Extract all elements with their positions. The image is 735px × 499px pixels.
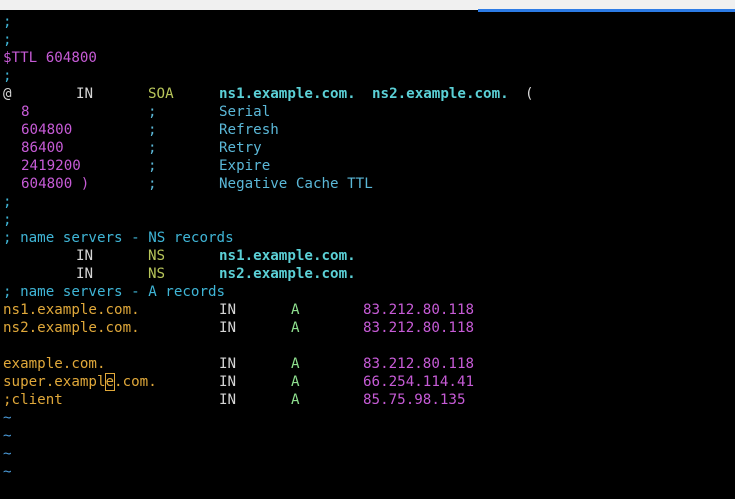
empty-line	[0, 337, 735, 355]
soa-field-line: 604800 ) ; Negative Cache TTL	[0, 175, 735, 193]
tilde-marker: ~	[3, 410, 12, 426]
tilde-marker: ~	[3, 464, 12, 480]
record-type: A	[291, 392, 300, 408]
contact-ns: ns2.example.com.	[372, 86, 509, 102]
tilde-marker: ~	[3, 446, 12, 462]
expire-value: 2419200	[21, 158, 81, 174]
ns-host: ns1.example.com.	[219, 248, 356, 264]
record-name: super.example.com.	[3, 373, 157, 391]
class-in: IN	[219, 374, 237, 390]
tilde-marker: ~	[3, 428, 12, 444]
tilde-line: ~	[0, 409, 735, 427]
record-type: SOA	[148, 86, 174, 102]
retry-label: Retry	[219, 140, 262, 156]
class-in: IN	[219, 392, 237, 408]
expire-label: Expire	[219, 158, 271, 174]
tilde-line: ~	[0, 427, 735, 445]
origin-at: @	[3, 86, 12, 102]
comment-text: ;	[3, 68, 12, 84]
tilde-line: ~	[0, 463, 735, 481]
class-in: IN	[219, 320, 237, 336]
soa-field-line: 604800 ; Refresh	[0, 121, 735, 139]
record-type: A	[291, 302, 300, 318]
record-name: example.com.	[3, 356, 106, 372]
tab-indicator	[478, 9, 735, 12]
comment-text: ;	[3, 212, 12, 228]
class-in: IN	[76, 266, 94, 282]
editor-line: ;	[0, 211, 735, 229]
soa-field-line: 8 ; Serial	[0, 103, 735, 121]
ip-address: 85.75.98.135	[363, 392, 466, 408]
editor-line: $TTL 604800	[0, 49, 735, 67]
record-name: ns1.example.com.	[3, 302, 140, 318]
editor-line: ; name servers - NS records	[0, 229, 735, 247]
name-after-cursor: .com.	[114, 374, 157, 390]
name-before-cursor: super.exampl	[3, 374, 106, 390]
record-type: A	[291, 356, 300, 372]
comment-semicolon: ;	[148, 158, 157, 174]
soa-line: @ IN SOA ns1.example.com. ns2.example.co…	[0, 85, 735, 103]
refresh-value: 604800	[21, 122, 73, 138]
a-records-comment: ; name servers - A records	[3, 284, 226, 300]
record-type: A	[291, 374, 300, 390]
retry-value: 86400	[21, 140, 64, 156]
tilde-line: ~	[0, 445, 735, 463]
class-in: IN	[76, 248, 94, 264]
record-name: ns2.example.com.	[3, 320, 140, 336]
record-type: A	[291, 320, 300, 336]
record-type: NS	[148, 266, 166, 282]
comment-semicolon: ;	[148, 176, 157, 192]
ip-address: 66.254.114.41	[363, 374, 475, 390]
comment-semicolon: ;	[148, 104, 157, 120]
record-name: ;client	[3, 392, 63, 408]
comment-semicolon: ;	[148, 140, 157, 156]
text-cursor: e	[104, 373, 115, 391]
refresh-label: Refresh	[219, 122, 279, 138]
ns-records-comment: ; name servers - NS records	[3, 230, 234, 246]
a-record-line: ns2.example.com. IN A 83.212.80.118	[0, 319, 735, 337]
serial-value: 8	[21, 104, 30, 120]
class-in: IN	[76, 86, 94, 102]
a-record-line: ;client IN A 85.75.98.135	[0, 391, 735, 409]
record-type: NS	[148, 248, 166, 264]
ip-address: 83.212.80.118	[363, 356, 475, 372]
title-bar	[0, 0, 735, 12]
soa-field-line: 86400 ; Retry	[0, 139, 735, 157]
comment-semicolon: ;	[148, 122, 157, 138]
editor-line: ;	[0, 193, 735, 211]
editor-line: ;	[0, 31, 735, 49]
editor-line: ; name servers - A records	[0, 283, 735, 301]
a-record-line: super.example.com. IN A 66.254.114.41	[0, 373, 735, 391]
ip-address: 83.212.80.118	[363, 302, 475, 318]
editor-line: ;	[0, 13, 735, 31]
ns-host: ns2.example.com.	[219, 266, 356, 282]
class-in: IN	[219, 356, 237, 372]
negative-ttl-label: Negative Cache TTL	[219, 176, 373, 192]
ns-record-line: IN NS ns1.example.com.	[0, 247, 735, 265]
comment-text: ;	[3, 14, 12, 30]
ttl-directive: $TTL 604800	[3, 50, 97, 66]
a-record-line: ns1.example.com. IN A 83.212.80.118	[0, 301, 735, 319]
a-record-line: example.com. IN A 83.212.80.118	[0, 355, 735, 373]
negative-ttl-value: 604800 )	[21, 176, 90, 192]
ip-address: 83.212.80.118	[363, 320, 475, 336]
comment-text: ;	[3, 32, 12, 48]
soa-field-line: 2419200 ; Expire	[0, 157, 735, 175]
open-paren: (	[525, 86, 534, 102]
class-in: IN	[219, 302, 237, 318]
comment-text: ;	[3, 194, 12, 210]
vim-editor[interactable]: ; ; $TTL 604800 ; @ IN SOA ns1.example.c…	[0, 13, 735, 481]
editor-line: ;	[0, 67, 735, 85]
serial-label: Serial	[219, 104, 271, 120]
primary-ns: ns1.example.com.	[219, 86, 356, 102]
ns-record-line: IN NS ns2.example.com.	[0, 265, 735, 283]
